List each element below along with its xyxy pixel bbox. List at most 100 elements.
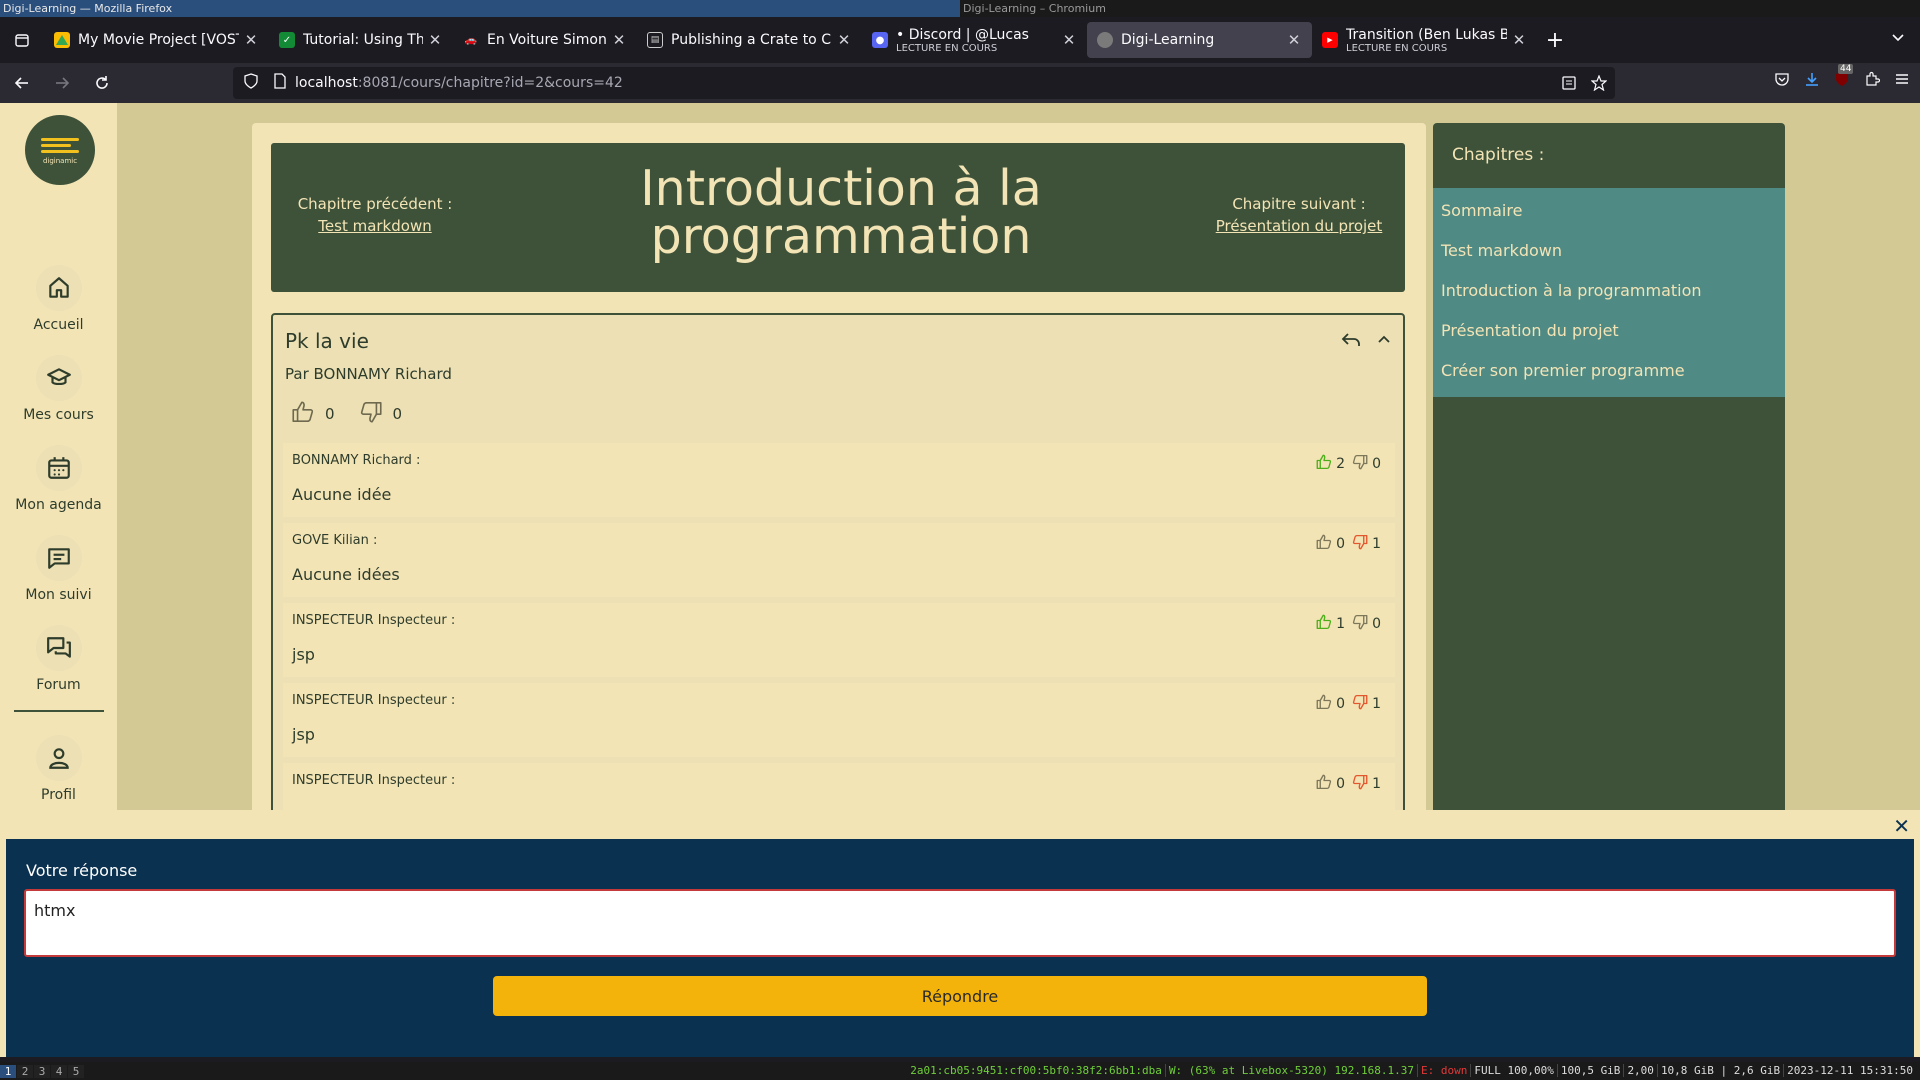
pocket-icon[interactable] [1774,71,1790,91]
tab-en-voiture-simone[interactable]: 🚗 En Voiture Simone ✕ [453,22,637,58]
question-dislikes-count: 0 [392,405,403,423]
close-tab-icon[interactable]: ✕ [1061,31,1077,49]
shield-icon[interactable] [243,73,259,93]
close-tab-icon[interactable]: ✕ [611,31,627,49]
previous-chapter-label: Chapitre précédent : [297,195,453,213]
diginamic-logo[interactable]: diginamic [25,115,95,185]
sidebar-item-mon-agenda[interactable]: Mon agenda [0,445,117,513]
tab-transition[interactable]: ▶ Transition (Ben Lukas Bo LECTURE EN COU… [1312,22,1537,58]
thumbs-down-icon[interactable] [1351,773,1369,795]
home-icon [35,265,82,311]
thumbs-down-icon[interactable] [1351,613,1369,635]
next-chapter-link[interactable]: Présentation du projet [1209,217,1389,235]
thumbs-up-icon[interactable] [1315,533,1333,555]
thumbs-up-icon[interactable] [1315,613,1333,635]
url-text: localhost:8081/cours/chapitre?id=2&cours… [295,75,623,91]
left-sidebar: diginamic Accueil Mes cours Mon agenda M… [0,103,117,810]
thumbs-up-icon[interactable] [1315,453,1333,475]
reply-label: Votre réponse [26,861,138,880]
answer-author: BONNAMY Richard : [292,453,421,468]
extensions-icon[interactable] [1864,71,1881,91]
previous-chapter: Chapitre précédent : Test markdown [295,195,455,235]
thumbs-down-icon[interactable] [1351,533,1369,555]
thumbs-up-icon[interactable] [1315,773,1333,795]
hamburger-menu-icon[interactable] [1894,71,1910,91]
answer-likes-count: 0 [1336,536,1346,552]
question-title: Pk la vie [285,329,369,353]
chapter-item[interactable]: Créer son premier programme [1433,351,1785,391]
bookmark-star-icon[interactable] [1590,74,1608,95]
sidebar-item-mon-suivi[interactable]: Mon suivi [0,535,117,603]
workspace-1[interactable]: 1 [0,1064,16,1078]
ublock-extension-icon[interactable]: 44 [1834,64,1854,91]
url-host: localhost [295,75,358,91]
workspace-3[interactable]: 3 [34,1064,50,1078]
tab-strip: My Movie Project [VOSTF ✕ ✓ Tutorial: Us… [0,17,1920,63]
answer-dislikes-count: 1 [1372,536,1381,552]
chapter-item[interactable]: Introduction à la programmation [1433,271,1785,311]
thumbs-up-icon[interactable] [1315,693,1333,715]
answer-item: INSPECTEUR Inspecteur :01 [283,763,1395,810]
page-icon[interactable] [273,73,287,93]
navigation-toolbar: localhost:8081/cours/chapitre?id=2&cours… [0,63,1920,103]
close-tab-icon[interactable]: ✕ [243,31,259,49]
thumbs-up-icon[interactable] [289,399,317,429]
tab-discord[interactable]: ● • Discord | @Lucas LECTURE EN COURS ✕ [862,22,1087,58]
tab-title: • Discord | @Lucas LECTURE EN COURS [896,27,1057,54]
list-all-tabs-icon[interactable] [0,17,44,63]
close-tab-icon[interactable]: ✕ [1511,31,1527,49]
tab-playing-label: LECTURE EN COURS [896,42,998,54]
question-likes-count: 0 [325,405,335,423]
chapter-item[interactable]: Présentation du projet [1433,311,1785,351]
chapter-title: Introduction à la programmation [640,160,1042,265]
sidebar-item-forum[interactable]: Forum [0,625,117,693]
tab-my-movie-project[interactable]: My Movie Project [VOSTF ✕ [44,22,269,58]
answer-dislikes-count: 0 [1372,456,1381,472]
close-tab-icon[interactable]: ✕ [427,31,443,49]
chapter-header: Chapitre précédent : Test markdown Intro… [271,143,1405,292]
chevron-down-icon[interactable] [1890,29,1906,49]
thumbs-down-icon[interactable] [357,399,385,429]
chapter-content: Chapitre précédent : Test markdown Intro… [252,123,1426,810]
tab-thymeleaf[interactable]: ✓ Tutorial: Using Thymeleaf ✕ [269,22,453,58]
workspace-5[interactable]: 5 [68,1064,84,1078]
close-tab-icon[interactable]: ✕ [1286,31,1302,49]
tab-digi-learning[interactable]: Digi-Learning ✕ [1087,22,1312,58]
thumbs-down-icon[interactable] [1351,693,1369,715]
answer-dislikes-count: 1 [1372,776,1381,792]
chapter-item[interactable]: Sommaire [1433,191,1785,231]
reply-arrow-icon[interactable] [1341,331,1361,353]
answer-likes-count: 1 [1336,616,1346,632]
chapter-item[interactable]: Test markdown [1433,231,1785,271]
sidebar-item-accueil[interactable]: Accueil [0,265,117,333]
reader-view-icon[interactable] [1561,75,1577,95]
workspace-2[interactable]: 2 [17,1064,33,1078]
drive-icon [54,32,70,48]
answer-votes: 10 [1315,613,1387,635]
chevron-up-icon[interactable] [1375,331,1393,353]
window-title-bar: Digi-Learning — Mozilla Firefox Digi-Lea… [0,0,1920,17]
previous-chapter-link[interactable]: Test markdown [295,217,455,235]
forward-icon[interactable] [44,67,80,99]
tab-title-text: • Discord | @Lucas [896,26,1029,43]
back-icon[interactable] [4,67,40,99]
close-icon[interactable]: ✕ [1893,814,1910,838]
tab-playing-label: LECTURE EN COURS [1346,42,1448,54]
answer-likes-count: 0 [1336,696,1346,712]
sidebar-item-mes-cours[interactable]: Mes cours [0,355,117,423]
close-tab-icon[interactable]: ✕ [836,31,852,49]
answer-votes: 20 [1315,453,1387,475]
status-indicators: 2a01:cb05:9451:cf00:5bf0:38f2:6bb1:dba W… [907,1064,1916,1077]
reload-icon[interactable] [84,67,120,99]
workspace-4[interactable]: 4 [51,1064,67,1078]
reply-textarea[interactable] [24,889,1896,957]
thumbs-down-icon[interactable] [1351,453,1369,475]
tab-publishing-crate[interactable]: ▤ Publishing a Crate to Cra ✕ [637,22,862,58]
next-chapter-label: Chapitre suivant : [1232,195,1366,213]
downloads-icon[interactable] [1804,71,1820,91]
sidebar-item-label: Mon suivi [25,587,92,603]
new-tab-icon[interactable]: + [1537,28,1573,53]
sidebar-item-profil[interactable]: Profil [0,735,117,803]
submit-reply-button[interactable]: Répondre [493,976,1427,1016]
url-bar[interactable]: localhost:8081/cours/chapitre?id=2&cours… [233,67,1615,99]
